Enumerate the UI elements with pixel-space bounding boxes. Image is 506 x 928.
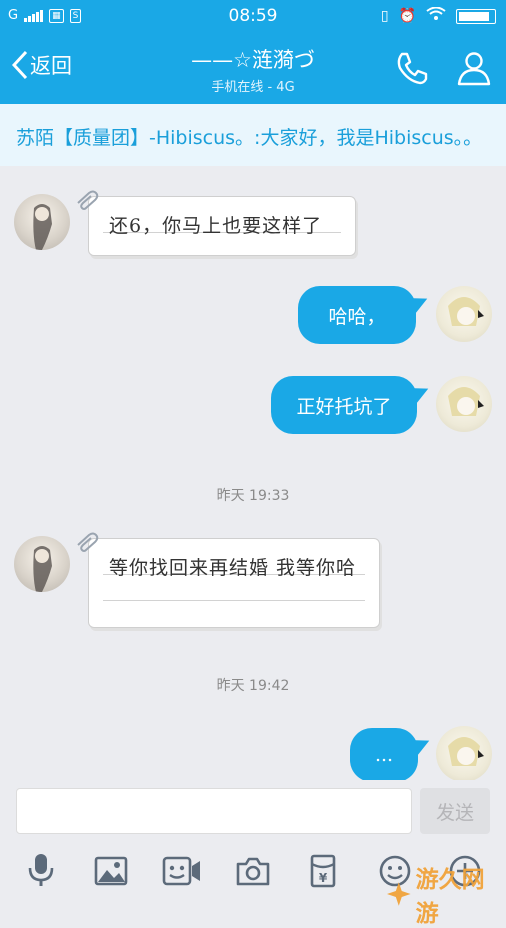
- svg-text:¥: ¥: [319, 871, 328, 885]
- message-bubble-incoming[interactable]: 还6，你马上也要这样了: [77, 190, 356, 256]
- watermark-logo-icon: [386, 882, 411, 906]
- status-bar: G ▦ S 08:59 ▯ ⏰: [0, 0, 506, 34]
- wifi-icon: [426, 6, 446, 25]
- message-bubble-outgoing[interactable]: ...: [350, 728, 418, 782]
- message-bubble-incoming[interactable]: 等你找回来再结婚 我等你哈: [77, 532, 380, 628]
- my-avatar[interactable]: [436, 726, 492, 782]
- video-icon[interactable]: [162, 856, 202, 890]
- paperclip-icon: [77, 190, 99, 210]
- message-bubble-outgoing[interactable]: 哈哈，: [298, 286, 416, 344]
- message-bubble-outgoing[interactable]: 正好托坑了: [271, 376, 417, 434]
- my-avatar[interactable]: [436, 376, 492, 432]
- vibrate-icon: ▯: [380, 8, 389, 24]
- phone-icon: [397, 52, 428, 85]
- chat-title: ——☆涟漪づ: [191, 48, 315, 72]
- friend-avatar[interactable]: [14, 194, 70, 250]
- notice-text: 苏陌【质量团】-Hibiscus。:大家好，我是Hibiscus。。: [16, 127, 483, 149]
- site-watermark: 游久网游: [386, 860, 506, 928]
- chat-header: 返回 ——☆涟漪づ 手机在线 - 4G: [0, 34, 506, 104]
- paperclip-icon: [77, 532, 99, 552]
- message-timestamp: 昨天 19:42: [216, 678, 290, 694]
- message-text: 等你找回来再结婚 我等你哈: [109, 557, 357, 579]
- notice-banner[interactable]: 苏陌【质量团】-Hibiscus。:大家好，我是Hibiscus。。: [0, 104, 506, 166]
- red-packet-icon[interactable]: ¥: [310, 854, 336, 892]
- battery-icon: [456, 8, 496, 24]
- message-text: ...: [374, 744, 394, 766]
- send-button[interactable]: 发送: [420, 788, 490, 834]
- person-icon: [457, 52, 491, 86]
- message-timestamp: 昨天 19:33: [216, 488, 290, 504]
- friend-avatar[interactable]: [14, 536, 70, 592]
- camera-icon[interactable]: [236, 856, 270, 890]
- profile-button[interactable]: [456, 50, 492, 90]
- call-button[interactable]: [394, 50, 430, 90]
- online-status: 手机在线 - 4G: [211, 80, 295, 95]
- message-input[interactable]: [16, 788, 412, 834]
- watermark-text: 游久网游: [415, 867, 485, 927]
- message-text: 还6，你马上也要这样了: [109, 215, 323, 237]
- alarm-icon: ⏰: [398, 8, 416, 24]
- status-right: ▯ ⏰: [380, 6, 496, 25]
- image-icon[interactable]: [94, 856, 128, 890]
- microphone-icon[interactable]: [26, 852, 56, 892]
- message-text: 哈哈，: [328, 305, 386, 328]
- my-avatar[interactable]: [436, 286, 492, 342]
- message-text: 正好托坑了: [296, 395, 392, 418]
